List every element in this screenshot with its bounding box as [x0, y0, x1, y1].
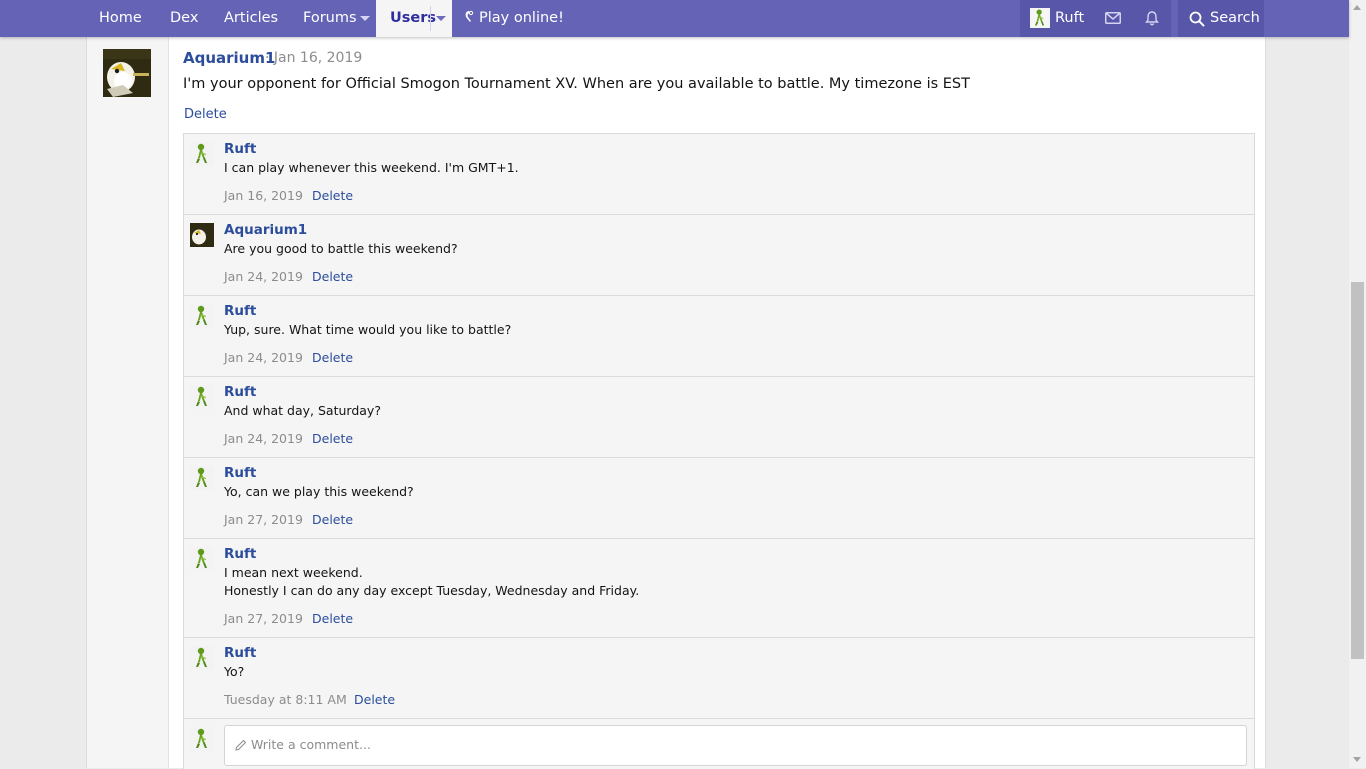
- aquarium1-avatar[interactable]: [190, 223, 214, 247]
- bell-icon: [1145, 11, 1159, 26]
- comment-delete-link[interactable]: Delete: [312, 269, 353, 284]
- nav-users[interactable]: Users: [376, 0, 452, 37]
- users-dropdown-chevron-icon[interactable]: [436, 16, 446, 21]
- ruft-avatar[interactable]: [190, 304, 214, 328]
- nav-dex[interactable]: Dex: [170, 0, 198, 37]
- comment-date[interactable]: Jan 24, 2019: [224, 350, 303, 365]
- comment-text: Are you good to battle this weekend?: [224, 241, 458, 256]
- ruft-avatar-icon: [196, 647, 207, 667]
- aquarium1-avatar-icon: [190, 223, 214, 247]
- pokeball-play-icon: [465, 10, 474, 22]
- nav-home[interactable]: Home: [99, 0, 142, 37]
- aquarium1-avatar[interactable]: [103, 49, 151, 97]
- pencil-icon: [235, 739, 247, 751]
- comment-delete-link[interactable]: Delete: [312, 350, 353, 365]
- post-date[interactable]: · Jan 16, 2019: [265, 50, 362, 66]
- ruft-avatar[interactable]: [190, 547, 214, 571]
- scroll-down-arrow-icon[interactable]: [1353, 757, 1361, 762]
- chevron-down-icon: [360, 16, 370, 21]
- comment-item: Aquarium1 Are you good to battle this we…: [184, 215, 1254, 296]
- ruft-avatar-icon: [196, 548, 207, 568]
- comment-author[interactable]: Ruft: [224, 141, 256, 157]
- comment-item: Ruft Yup, sure. What time would you like…: [184, 296, 1254, 377]
- comment-date[interactable]: Jan 27, 2019: [224, 512, 303, 527]
- ruft-avatar[interactable]: [190, 646, 214, 670]
- envelope-icon: [1105, 12, 1121, 24]
- comment-item: Ruft And what day, Saturday? Jan 24, 201…: [184, 377, 1254, 458]
- account-menu[interactable]: Ruft: [1020, 0, 1094, 37]
- comment-author[interactable]: Ruft: [224, 303, 256, 319]
- account-username: Ruft: [1055, 10, 1085, 26]
- ruft-avatar-icon: [196, 386, 207, 406]
- post-delete-link[interactable]: Delete: [184, 107, 227, 122]
- comment-date[interactable]: Jan 24, 2019: [224, 431, 303, 446]
- search-label: Search: [1210, 10, 1260, 26]
- comment-item: Ruft I mean next weekend. Honestly I can…: [184, 539, 1254, 638]
- avatar: [1030, 8, 1050, 28]
- comment-item: Ruft Yo, can we play this weekend? Jan 2…: [184, 458, 1254, 539]
- ruft-avatar-icon: [196, 143, 207, 163]
- search-icon: [1189, 11, 1205, 27]
- comment-list: Ruft I can play whenever this weekend. I…: [183, 133, 1255, 769]
- comment-text-line-2: Honestly I can do any day except Tuesday…: [224, 583, 640, 598]
- comment-input[interactable]: Write a comment...: [224, 725, 1247, 766]
- inbox-button[interactable]: [1094, 0, 1132, 37]
- comment-author[interactable]: Ruft: [224, 645, 256, 661]
- aquarium1-avatar-image: [103, 49, 151, 97]
- search-button[interactable]: Search: [1178, 0, 1264, 37]
- ruft-avatar-icon: [196, 467, 207, 487]
- comment-date[interactable]: Jan 27, 2019: [224, 611, 303, 626]
- nav-forums[interactable]: Forums: [303, 0, 357, 37]
- nav-play-online[interactable]: Play online!: [464, 0, 564, 37]
- comment-author[interactable]: Aquarium1: [224, 222, 307, 238]
- comment-author[interactable]: Ruft: [224, 546, 256, 562]
- comment-delete-link[interactable]: Delete: [312, 512, 353, 527]
- comment-date[interactable]: Tuesday at 8:11 AM: [224, 692, 347, 707]
- comment-text: And what day, Saturday?: [224, 403, 381, 418]
- scroll-up-arrow-icon[interactable]: [1353, 5, 1361, 10]
- comment-text: Yo?: [224, 664, 245, 679]
- comment-author[interactable]: Ruft: [224, 384, 256, 400]
- scrollbar-thumb[interactable]: [1351, 282, 1364, 659]
- comment-text: I can play whenever this weekend. I'm GM…: [224, 160, 519, 175]
- comment-text: Yup, sure. What time would you like to b…: [224, 322, 512, 337]
- ruft-avatar-icon: [1035, 9, 1045, 26]
- comment-text: Yo, can we play this weekend?: [224, 484, 414, 499]
- page-background-right: [1264, 0, 1349, 768]
- nav-articles[interactable]: Articles: [224, 0, 278, 37]
- comment-date[interactable]: Jan 24, 2019: [224, 269, 303, 284]
- comment-input-placeholder: Write a comment...: [251, 737, 371, 752]
- page-scrollbar[interactable]: [1349, 0, 1366, 768]
- comment-delete-link[interactable]: Delete: [354, 692, 395, 707]
- comment-delete-link[interactable]: Delete: [312, 188, 353, 203]
- comment-date[interactable]: Jan 16, 2019: [224, 188, 303, 203]
- ruft-avatar[interactable]: [190, 385, 214, 409]
- ruft-avatar[interactable]: [190, 466, 214, 490]
- comment-delete-link[interactable]: Delete: [312, 431, 353, 446]
- ruft-avatar-icon: [196, 728, 207, 748]
- current-user-avatar: [190, 727, 214, 751]
- forums-dropdown-toggle[interactable]: [354, 0, 376, 37]
- nav-play-label: Play online!: [479, 10, 564, 26]
- post-author[interactable]: Aquarium1: [183, 49, 275, 67]
- comment-delete-link[interactable]: Delete: [312, 611, 353, 626]
- post-avatar-column: [87, 37, 169, 768]
- page-background-left: [0, 0, 86, 768]
- comment-text-line-1: I mean next weekend.: [224, 565, 363, 580]
- comment-author[interactable]: Ruft: [224, 465, 256, 481]
- post-message: I'm your opponent for Official Smogon To…: [183, 76, 970, 92]
- top-navigation: Home Dex Articles Forums Users Play onli…: [0, 0, 1349, 37]
- alerts-button[interactable]: [1132, 0, 1171, 37]
- comment-item: Ruft Yo? Tuesday at 8:11 AM Delete: [184, 638, 1254, 719]
- comment-item: Ruft I can play whenever this weekend. I…: [184, 134, 1254, 215]
- ruft-avatar-icon: [196, 305, 207, 325]
- divider: [430, 6, 431, 31]
- ruft-avatar[interactable]: [190, 142, 214, 166]
